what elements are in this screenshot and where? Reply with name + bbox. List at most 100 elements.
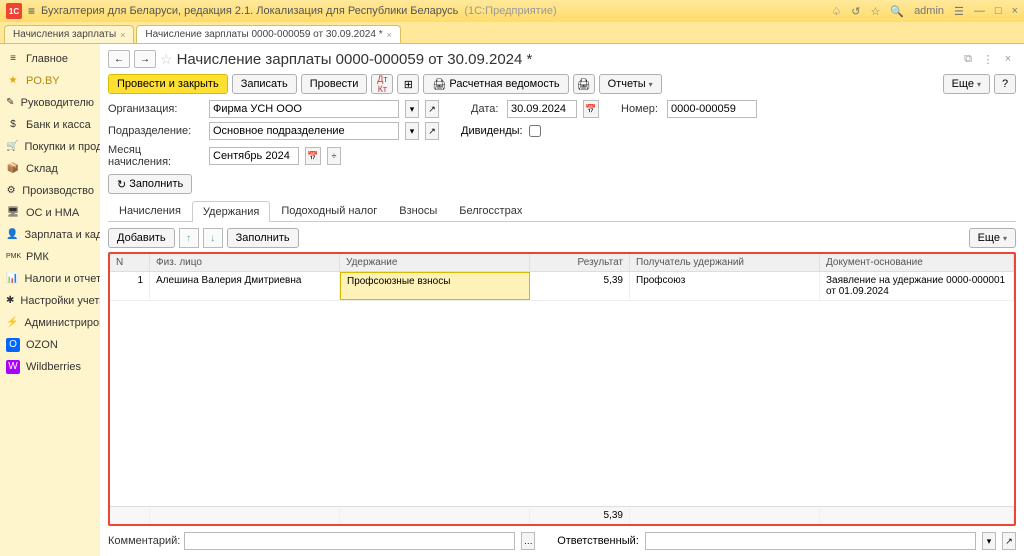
link-icon[interactable]: ⧉ [960,51,976,67]
cell-recipient[interactable]: Профсоюз [630,272,820,300]
sidebar-item-salary[interactable]: 👤Зарплата и кадры [0,224,100,246]
org-open-button[interactable]: ↗ [425,100,439,118]
minimize-icon[interactable]: — [974,5,985,17]
sidebar-item-production[interactable]: ⚙Производство [0,180,100,202]
th-person[interactable]: Физ. лицо [150,254,340,271]
responsible-input[interactable] [645,532,976,550]
burger-icon[interactable]: ≡ [28,4,35,18]
org-select-button[interactable]: ▾ [405,100,419,118]
button-label: Заполнить [236,232,290,244]
maximize-icon[interactable]: □ [995,5,1002,17]
cell-person[interactable]: Алешина Валерия Дмитриевна [150,272,340,300]
history-icon[interactable]: ↺ [851,5,860,18]
nav-back-button[interactable]: ← [108,50,130,68]
sidebar-item-assets[interactable]: 🖥ОС и НМА [0,202,100,224]
num-input[interactable] [667,100,757,118]
cell-deduction[interactable]: Профсоюзные взносы [340,272,530,300]
cell-n[interactable]: 1 [110,272,150,300]
month-cal-icon[interactable]: 📅 [305,147,321,165]
settings-icon[interactable]: ☰ [954,5,964,18]
month-step-button[interactable]: ÷ [327,147,341,165]
write-button[interactable]: Записать [232,74,297,94]
sidebar-item-ozon[interactable]: O OZON [0,334,100,356]
search-icon[interactable]: 🔍 [890,5,904,18]
move-up-button[interactable]: ↑ [179,228,199,248]
close-panel-icon[interactable]: × [1000,51,1016,67]
help-button[interactable]: ? [994,74,1016,94]
th-n[interactable]: N [110,254,150,271]
sidebar-item-settings[interactable]: ✱Настройки учета [0,290,100,312]
add-button[interactable]: Добавить [108,228,175,248]
div-open-button[interactable]: ↗ [425,122,439,140]
sidebar-item-manager[interactable]: ✎Руководителю [0,92,100,114]
home-icon: ≡ [6,52,20,66]
calendar-icon[interactable]: 📅 [583,100,599,118]
tab-belgosstrakh[interactable]: Белгосстрах [448,200,533,221]
table-row[interactable]: 1 Алешина Валерия Дмитриевна Профсоюзные… [110,272,1014,301]
more-icon[interactable]: ⋮ [980,51,996,67]
th-document[interactable]: Документ-основание [820,254,1014,271]
responsible-select-button[interactable]: ▾ [982,532,996,550]
comment-expand-button[interactable]: … [521,532,535,550]
comment-input[interactable] [184,532,515,550]
nav-fwd-button[interactable]: → [134,50,156,68]
reports-button[interactable]: Отчеты ▾ [599,74,662,94]
ozon-icon: O [6,338,20,352]
dividends-checkbox[interactable] [529,125,541,137]
table-fill-button[interactable]: Заполнить [227,228,299,248]
div-input[interactable] [209,122,399,140]
th-result[interactable]: Результат [530,254,630,271]
tab-document[interactable]: Начисление зарплаты 0000-000059 от 30.09… [136,25,400,43]
tab-accruals[interactable]: Начисления [108,200,192,221]
more-button[interactable]: Еще ▾ [943,74,990,94]
tab-contributions[interactable]: Взносы [388,200,448,221]
tab-income-tax[interactable]: Подоходный налог [270,200,388,221]
cell-result[interactable]: 5,39 [530,272,630,300]
sidebar-item-label: РМК [26,251,49,263]
sidebar-item-bank[interactable]: $Банк и касса [0,114,100,136]
tab-close-icon[interactable]: × [120,30,125,40]
user-label[interactable]: admin [914,5,944,17]
sidebar-item-main[interactable]: ≡ Главное [0,48,100,70]
sidebar-item-label: OZON [26,339,58,351]
tab-close-icon[interactable]: × [387,30,392,40]
payroll-button[interactable]: 🖨 Расчетная ведомость [423,74,568,94]
th-recipient[interactable]: Получатель удержаний [630,254,820,271]
titlebar: 1C ≡ Бухгалтерия для Беларуси, редакция … [0,0,1024,22]
th-deduction[interactable]: Удержание [340,254,530,271]
sidebar-item-sales[interactable]: 🛒Покупки и продажи [0,136,100,158]
sidebar-item-admin[interactable]: ⚡Администрирование [0,312,100,334]
tab-deductions[interactable]: Удержания [192,201,270,222]
sidebar-item-tax[interactable]: 📊Налоги и отчетность [0,268,100,290]
cell-document[interactable]: Заявление на удержание 0000-000001 от 01… [820,272,1014,300]
sidebar-item-wb[interactable]: WWildberries [0,356,100,378]
table-body: 1 Алешина Валерия Дмитриевна Профсоюзные… [110,272,1014,506]
struct-button[interactable]: ⊞ [397,74,419,94]
favorite-icon[interactable]: ☆ [160,51,173,68]
responsible-open-button[interactable]: ↗ [1002,532,1016,550]
wrench-icon: ⚡ [6,316,18,330]
dt-kt-button[interactable]: ДтКт [371,74,393,94]
button-label: Отчеты [608,78,646,90]
bell-icon[interactable]: ♤ [831,5,841,18]
person-icon: 👤 [6,228,18,242]
star-icon[interactable]: ☆ [870,5,880,18]
month-input[interactable] [209,147,299,165]
sidebar-item-label: Главное [26,53,68,65]
sidebar-item-poby[interactable]: ★PO.BY [0,70,100,92]
fill-button[interactable]: ↻ Заполнить [108,174,192,194]
tab-list[interactable]: Начисления зарплаты × [4,25,134,43]
post-close-button[interactable]: Провести и закрыть [108,74,228,94]
print-button[interactable]: 🖨 [573,74,595,94]
sidebar-item-warehouse[interactable]: 📦Склад [0,158,100,180]
footer-total: 5,39 [530,507,630,524]
date-input[interactable] [507,100,577,118]
org-input[interactable] [209,100,399,118]
close-icon[interactable]: × [1012,5,1018,17]
table-more-button[interactable]: Еще ▾ [969,228,1016,248]
post-button[interactable]: Провести [301,74,368,94]
div-label: Подразделение: [108,125,203,137]
move-down-button[interactable]: ↓ [203,228,223,248]
div-select-button[interactable]: ▾ [405,122,419,140]
sidebar-item-rmk[interactable]: PMKРМК [0,246,100,268]
